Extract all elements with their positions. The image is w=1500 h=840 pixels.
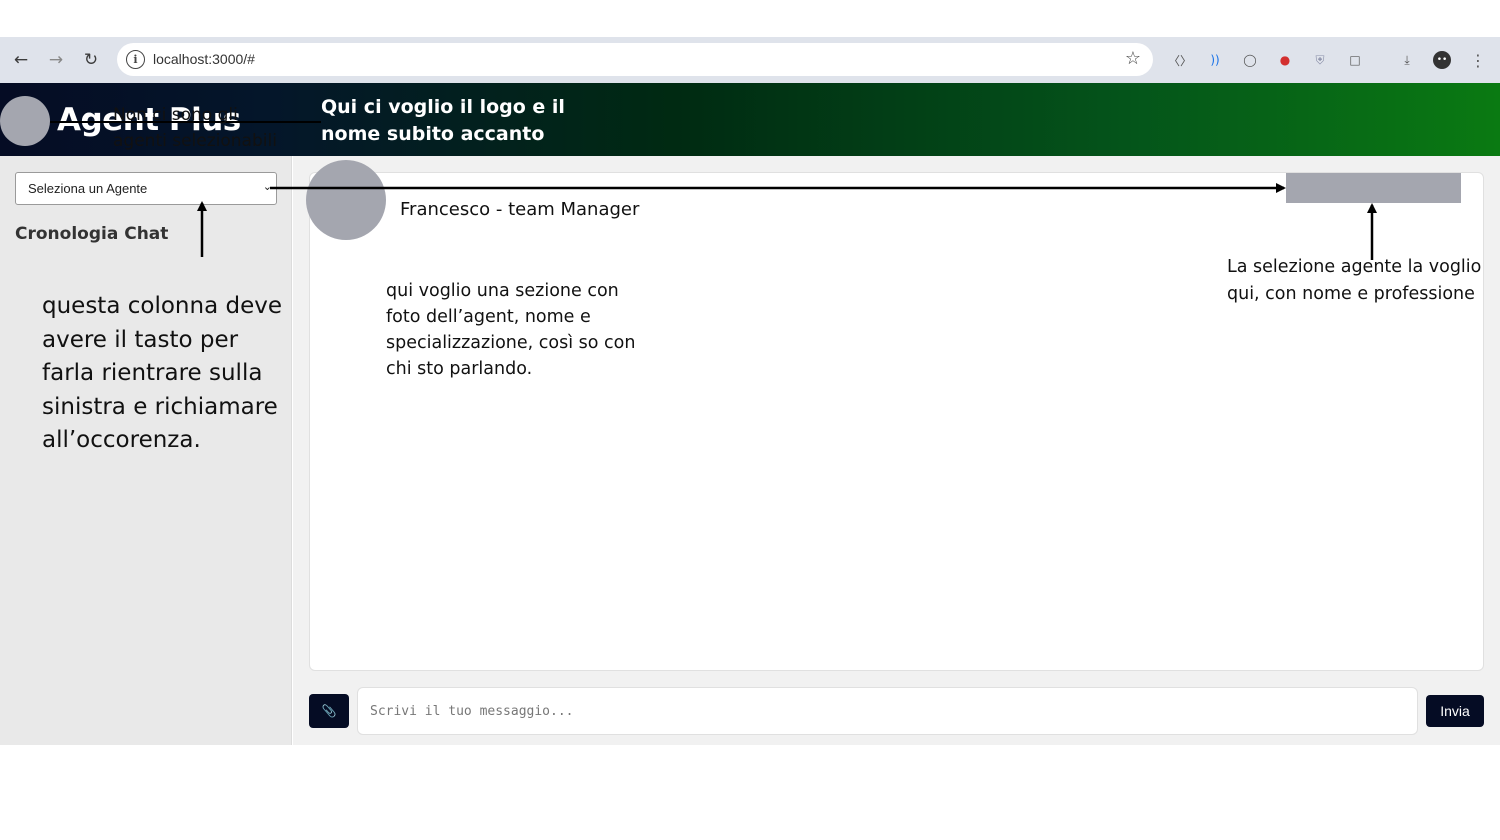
annotation-logo-note: Qui ci voglio il logo e il nome subito a… [321, 96, 565, 145]
pokeball-extension-icon[interactable]: ● [1276, 51, 1294, 69]
logo-placeholder [0, 96, 50, 146]
message-input[interactable] [357, 687, 1418, 735]
arrow-right-icon[interactable]: → [45, 49, 67, 71]
profile-avatar-icon[interactable]: •• [1433, 51, 1451, 69]
download-icon[interactable]: ⤓ [1398, 51, 1416, 69]
url-text[interactable]: localhost:3000/# [153, 51, 255, 67]
main-area [293, 156, 1500, 745]
code-extension-icon[interactable]: 〈〉 [1168, 51, 1192, 69]
address-bar[interactable]: i localhost:3000/# ☆ [117, 43, 1153, 76]
paperclip-icon: 📎 [321, 704, 337, 718]
browser-toolbar: ← → ↻ i localhost:3000/# ☆ 〈〉 )) ◯ ● ⛨ □… [0, 37, 1500, 83]
bookmark-star-icon[interactable]: ☆ [1125, 48, 1141, 69]
puzzle-extension-icon[interactable]: ◯ [1241, 51, 1259, 69]
annotation-agent-section-note: qui voglio una sezione con foto dell’age… [386, 281, 636, 379]
agent-selector-placeholder[interactable] [1286, 173, 1461, 203]
send-button[interactable]: Invia [1426, 695, 1484, 727]
attach-button[interactable]: 📎 [309, 694, 349, 728]
reload-icon[interactable]: ↻ [80, 49, 102, 71]
agent-select[interactable]: Seleziona un Agente ⌄ [15, 172, 277, 205]
audio-extension-icon[interactable]: )) [1206, 51, 1224, 69]
annotation-agent-selection-note: La selezione agente la voglio qui, con n… [1227, 257, 1482, 304]
extensions-icon[interactable]: □ [1346, 51, 1364, 69]
arrow-left-icon[interactable]: ← [10, 49, 32, 71]
site-info-icon[interactable]: i [126, 50, 145, 69]
shield-extension-icon[interactable]: ⛨ [1311, 51, 1329, 69]
agent-avatar [306, 160, 386, 240]
annotation-no-agents-note: Non ci sono gli agenti selezionabili [113, 105, 277, 151]
chat-panel [309, 172, 1484, 671]
agent-select-label: Seleziona un Agente [28, 181, 148, 196]
agent-name: Francesco - team Manager [400, 199, 640, 220]
chat-history-title: Cronologia Chat [15, 224, 169, 244]
annotation-sidebar-note: questa colonna deve avere il tasto per f… [42, 293, 282, 453]
browser-menu-icon[interactable]: ⋮ [1469, 51, 1487, 70]
page: ← → ↻ i localhost:3000/# ☆ 〈〉 )) ◯ ● ⛨ □… [0, 0, 1500, 840]
chevron-down-icon: ⌄ [262, 180, 272, 193]
